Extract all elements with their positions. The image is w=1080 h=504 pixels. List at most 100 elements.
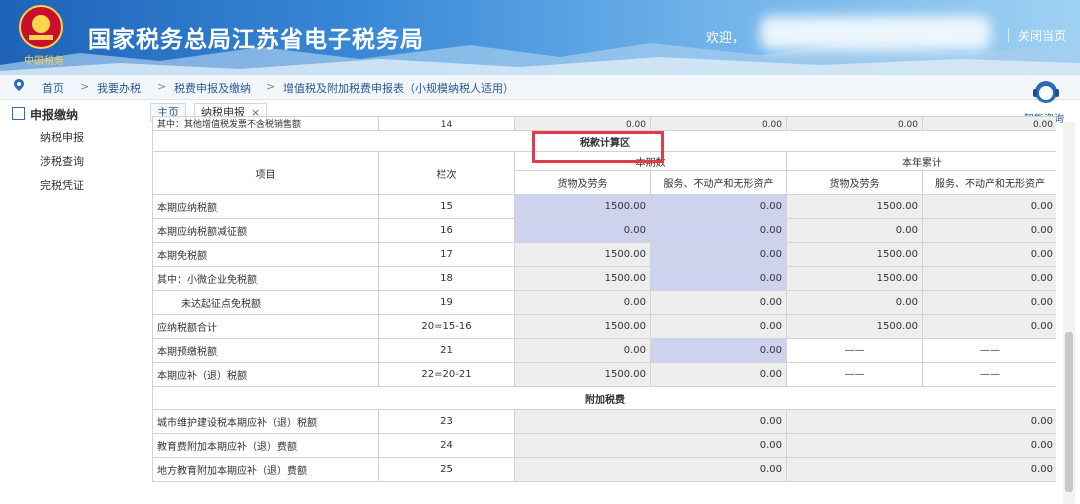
row-line: 25 <box>378 457 515 482</box>
value-cell: 0.00 <box>650 362 787 387</box>
value-cell: 0.00 <box>650 290 787 315</box>
value-cell: 1500.00 <box>514 314 651 339</box>
breadcrumb-declaration[interactable]: 税费申报及缴纳 <box>174 80 251 96</box>
value-cell: 0.00 <box>514 457 787 482</box>
tax-bureau-emblem-icon <box>19 5 63 49</box>
breadcrumb-separator: > <box>157 80 167 93</box>
row-item: 未达起征点免税额 <box>152 290 379 315</box>
row-item: 本期应纳税额 <box>152 194 379 219</box>
close-page-link[interactable]: 关闭当页 <box>1018 27 1066 44</box>
value-input[interactable]: 0.00 <box>514 218 651 243</box>
emblem-caption: 中国税务 <box>24 56 64 67</box>
section-header-row: 附加税费 <box>152 386 1056 410</box>
row-line: 22=20-21 <box>378 362 515 387</box>
row-line: 21 <box>378 338 515 363</box>
breadcrumb-home[interactable]: 首页 <box>42 80 64 96</box>
sidebar-item-tax-query[interactable]: 涉税查询 <box>40 153 84 169</box>
row-item: 本期预缴税额 <box>152 338 379 363</box>
row-item: 本期应纳税额减征额 <box>152 218 379 243</box>
table-row: 本期免税额 17 1500.00 0.00 1500.00 0.00 <box>152 242 1056 267</box>
header-item: 项目 <box>152 151 379 195</box>
value-cell: 0.00 <box>786 116 923 131</box>
table-row: 本期应补（退）税额 22=20-21 1500.00 0.00 —— —— <box>152 362 1056 387</box>
row-line: 15 <box>378 194 515 219</box>
row-item: 本期应补（退）税额 <box>152 362 379 387</box>
table-row: 城市维护建设税本期应补（退）税额 23 0.00 0.00 <box>152 409 1056 434</box>
left-sidebar: 申报缴纳 纳税申报 涉税查询 完税凭证 <box>0 100 148 504</box>
table-row: 本期应纳税额减征额 16 0.00 0.00 0.00 0.00 <box>152 218 1056 243</box>
row-item: 教育费附加本期应补（退）费额 <box>152 433 379 458</box>
site-header: 中国税务 国家税务总局江苏省电子税务局 欢迎， 关闭当页 <box>0 0 1080 75</box>
value-cell: 0.00 <box>650 116 787 131</box>
header-services: 服务、不动产和无形资产 <box>650 170 787 195</box>
header-goods: 货物及劳务 <box>786 170 923 195</box>
sidebar-group-declaration[interactable]: 申报缴纳 <box>30 106 78 123</box>
value-cell: 1500.00 <box>786 314 923 339</box>
breadcrumb-tax-handling[interactable]: 我要办税 <box>97 80 141 96</box>
value-input[interactable]: 0.00 <box>650 266 787 291</box>
header-divider <box>1008 28 1009 42</box>
row-item: 其中：其他增值税发票不含税销售额 <box>152 116 379 131</box>
value-cell: 0.00 <box>922 266 1056 291</box>
value-cell: 0.00 <box>786 457 1056 482</box>
table-row: 本期应纳税额 15 1500.00 0.00 1500.00 0.00 <box>152 194 1056 219</box>
vat-declaration-table-container: 其中：其他增值税发票不含税销售额 14 0.00 0.00 0.00 0.00 … <box>152 116 1056 504</box>
row-item: 其中：小微企业免税额 <box>152 266 379 291</box>
breadcrumb-separator: > <box>80 80 90 93</box>
table-row: 本期预缴税额 21 0.00 0.00 —— —— <box>152 338 1056 363</box>
table-row: 教育费附加本期应补（退）费额 24 0.00 0.00 <box>152 433 1056 458</box>
table-row: 地方教育附加本期应补（退）费额 25 0.00 0.00 <box>152 457 1056 482</box>
empty-cell: —— <box>786 338 923 363</box>
vertical-scrollbar[interactable] <box>1063 122 1075 504</box>
location-pin-icon <box>14 79 24 91</box>
row-line: 18 <box>378 266 515 291</box>
row-item: 地方教育附加本期应补（退）费额 <box>152 457 379 482</box>
value-cell: 0.00 <box>922 116 1056 131</box>
empty-cell: —— <box>922 338 1056 363</box>
row-line: 14 <box>378 116 515 131</box>
value-cell: 0.00 <box>786 290 923 315</box>
site-title: 国家税务总局江苏省电子税务局 <box>88 27 424 53</box>
value-cell: 1500.00 <box>514 242 651 267</box>
value-input[interactable]: 0.00 <box>650 338 787 363</box>
header-services: 服务、不动产和无形资产 <box>922 170 1056 195</box>
value-cell: 0.00 <box>786 218 923 243</box>
value-cell: 0.00 <box>922 194 1056 219</box>
value-input[interactable]: 1500.00 <box>514 194 651 219</box>
row-item: 城市维护建设税本期应补（退）税额 <box>152 409 379 434</box>
breadcrumb: 首页 > 我要办税 > 税费申报及缴纳 > 增值税及附加税费申报表（小规模纳税人… <box>0 75 1080 100</box>
table-row: 应纳税额合计 20=15-16 1500.00 0.00 1500.00 0.0… <box>152 314 1056 339</box>
value-cell: 0.00 <box>786 409 1056 434</box>
scrollbar-thumb[interactable] <box>1065 332 1073 492</box>
breadcrumb-separator: > <box>266 80 276 93</box>
value-cell: 0.00 <box>650 314 787 339</box>
value-input[interactable]: 0.00 <box>650 194 787 219</box>
empty-cell: —— <box>786 362 923 387</box>
value-cell: 1500.00 <box>514 362 651 387</box>
value-cell: 0.00 <box>514 409 787 434</box>
table-row: 其中：其他增值税发票不含税销售额 14 0.00 0.00 0.00 0.00 <box>152 116 1056 131</box>
value-cell: 0.00 <box>922 218 1056 243</box>
value-cell: 0.00 <box>786 433 1056 458</box>
vat-declaration-table: 其中：其他增值税发票不含税销售额 14 0.00 0.00 0.00 0.00 … <box>152 116 1056 482</box>
value-input[interactable]: 0.00 <box>650 242 787 267</box>
menu-group-icon <box>12 107 25 120</box>
header-line: 栏次 <box>378 151 515 195</box>
row-line: 19 <box>378 290 515 315</box>
row-line: 17 <box>378 242 515 267</box>
row-line: 23 <box>378 409 515 434</box>
value-input[interactable]: 0.00 <box>650 218 787 243</box>
value-cell: 0.00 <box>922 242 1056 267</box>
sidebar-item-tax-certificate[interactable]: 完税凭证 <box>40 177 84 193</box>
table-row: 未达起征点免税额 19 0.00 0.00 0.00 0.00 <box>152 290 1056 315</box>
breadcrumb-current-form: 增值税及附加税费申报表（小规模纳税人适用） <box>283 82 514 95</box>
section-surcharge: 附加税费 <box>152 386 1056 410</box>
row-line: 20=15-16 <box>378 314 515 339</box>
value-cell: 0.00 <box>514 338 651 363</box>
row-line: 24 <box>378 433 515 458</box>
value-cell: 0.00 <box>514 433 787 458</box>
value-cell: 0.00 <box>922 290 1056 315</box>
row-item: 应纳税额合计 <box>152 314 379 339</box>
sidebar-item-tax-declaration[interactable]: 纳税申报 <box>40 129 84 145</box>
row-item: 本期免税额 <box>152 242 379 267</box>
